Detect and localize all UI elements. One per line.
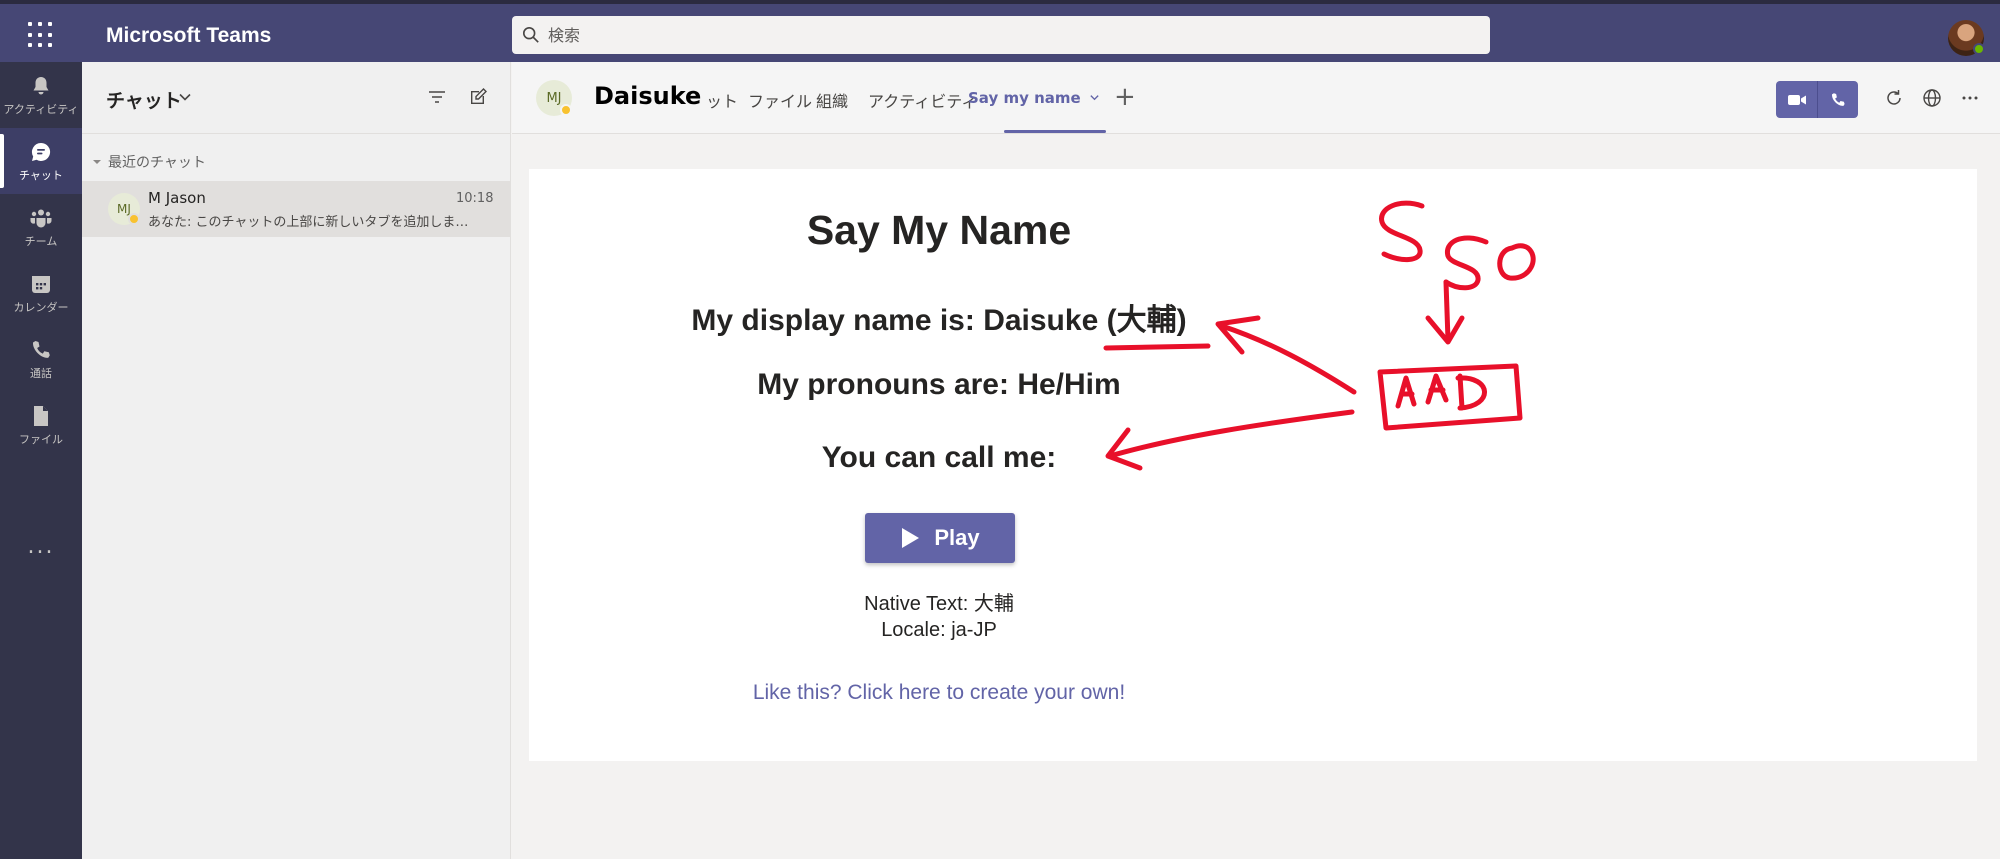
page-title: Say My Name — [806, 207, 1072, 253]
locale-text: Locale: ja-JP — [881, 619, 997, 641]
presence-available-icon — [1973, 43, 1985, 55]
chevron-down-icon[interactable] — [1089, 92, 1100, 103]
rail-item-label: アクティビティ — [3, 102, 79, 116]
play-button[interactable]: Play — [865, 513, 1015, 563]
teams-icon — [30, 209, 52, 227]
chat-list-header: チャット — [82, 62, 511, 134]
search-icon — [522, 26, 539, 43]
tab-say-my-name-label: Say my name — [968, 89, 1081, 107]
chat-list-title[interactable]: チャット — [106, 86, 182, 113]
conversation-header: MJ Daisuke ット ファイル 組織 アクティビティ Say my nam… — [512, 62, 2000, 134]
native-text: Native Text: 大輔 — [864, 593, 1014, 615]
chat-icon — [31, 142, 51, 161]
rail-item-label: カレンダー — [13, 300, 69, 314]
chevron-down-icon[interactable] — [178, 90, 192, 104]
chat-list-panel: チャット 最近のチャット MJ M Jason 10:18 あなた: このチャッ… — [82, 62, 511, 859]
rail-item-label: 通話 — [30, 366, 52, 380]
refresh-icon[interactable] — [1884, 88, 1904, 108]
tab-say-my-name[interactable]: Say my name — [968, 89, 1100, 107]
app-title: Microsoft Teams — [106, 24, 272, 47]
video-call-button[interactable] — [1776, 81, 1817, 118]
app-launcher-icon[interactable] — [28, 22, 54, 48]
rail-item-label: チャット — [19, 168, 63, 182]
audio-call-button[interactable] — [1817, 81, 1858, 118]
more-apps-icon[interactable]: ... — [0, 534, 82, 559]
video-camera-icon — [1787, 94, 1806, 105]
new-chat-icon[interactable] — [468, 87, 488, 107]
rail-item-files[interactable]: ファイル — [0, 392, 82, 458]
tab-content: Say My Name My display name is: Daisuke … — [529, 169, 1977, 761]
rail-item-calendar[interactable]: カレンダー — [0, 260, 82, 326]
tab-chat[interactable]: ット — [706, 88, 738, 112]
play-button-label: Play — [934, 525, 980, 550]
recent-chats-label: 最近のチャット — [108, 155, 206, 171]
display-name-line: My display name is: Daisuke (大輔) — [691, 304, 1187, 337]
app-bar: アクティビティ チャット チーム カレンダー 通話 ファイル ... — [0, 62, 82, 859]
tab-org[interactable]: 組織 — [816, 88, 848, 112]
rail-item-label: チーム — [24, 234, 58, 248]
rail-item-chat[interactable]: チャット — [0, 128, 82, 194]
phone-icon — [1831, 92, 1845, 106]
play-icon — [902, 528, 920, 548]
chat-contact-name: M Jason — [148, 189, 206, 207]
chat-timestamp: 10:18 — [456, 191, 494, 206]
globe-icon[interactable] — [1922, 88, 1942, 108]
tab-files[interactable]: ファイル — [748, 88, 812, 112]
chat-preview-text: あなた: このチャットの上部に新しいタブを追加しました。このタブを固定できます — [148, 215, 478, 230]
file-icon — [34, 405, 48, 426]
conversation-title: Daisuke — [594, 82, 702, 110]
bell-icon — [33, 76, 49, 94]
rail-item-label: ファイル — [19, 432, 63, 446]
top-bar: Microsoft Teams — [0, 0, 2000, 62]
pronouns-line: My pronouns are: He/Him — [757, 368, 1121, 401]
more-options-icon[interactable] — [1960, 88, 1980, 108]
create-your-own-link[interactable]: Like this? Click here to create your own… — [529, 681, 1349, 705]
presence-away-icon — [560, 104, 572, 116]
call-me-line: You can call me: — [821, 441, 1057, 474]
recent-chats-section[interactable]: 最近のチャット — [92, 152, 206, 172]
presence-away-icon — [128, 213, 140, 225]
active-tab-indicator — [1004, 130, 1106, 133]
add-tab-button[interactable]: + — [1114, 82, 1136, 112]
search-input[interactable] — [548, 25, 1448, 45]
tab-activity[interactable]: アクティビティ — [868, 88, 977, 112]
phone-icon — [32, 340, 50, 358]
chat-list-item[interactable]: MJ M Jason 10:18 あなた: このチャットの上部に新しいタブを追加… — [82, 181, 511, 237]
caret-down-icon — [93, 160, 101, 164]
search-box[interactable] — [512, 16, 1490, 54]
call-buttons — [1776, 81, 1858, 118]
rail-item-activity[interactable]: アクティビティ — [0, 62, 82, 128]
rail-item-teams[interactable]: チーム — [0, 194, 82, 260]
calendar-icon — [32, 275, 50, 293]
rail-item-calls[interactable]: 通話 — [0, 326, 82, 392]
filter-icon[interactable] — [428, 88, 446, 106]
